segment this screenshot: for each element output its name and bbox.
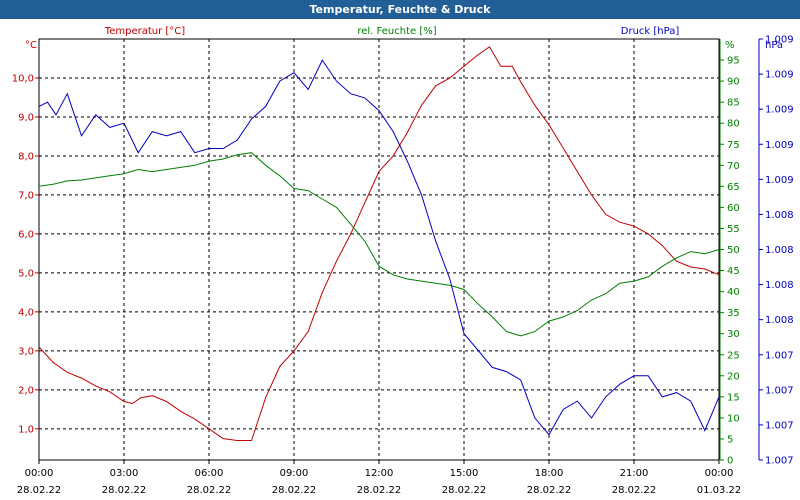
temperature-axis-label: Temperatur [°C] [104, 26, 185, 37]
humidity-tick-label: 20 [727, 371, 740, 382]
x-tick-time: 09:00 [280, 468, 309, 479]
left-axis: 1,0 2,0 3,0 4,0 5,0 6,0 7,0 8,0 9,0 10,0 [12, 73, 39, 435]
humidity-tick-label: 5 [727, 434, 733, 445]
temperature-tick-label: 2,0 [18, 385, 34, 396]
x-tick-date: 28.02.22 [272, 485, 317, 496]
pressure-tick-label: 1.007 [765, 385, 794, 396]
pressure-tick-label: 1.008 [765, 280, 794, 291]
humidity-axis-label: rel. Feuchte [%] [357, 26, 436, 37]
temperature-tick-label: 7,0 [18, 190, 34, 201]
humidity-tick-label: 15 [727, 392, 740, 403]
humidity-tick-label: 80 [727, 119, 740, 130]
pressure-tick-label: 1.007 [765, 350, 794, 361]
temperature-tick-label: 4,0 [18, 307, 34, 318]
humidity-tick-label: 95 [727, 56, 740, 67]
pressure-tick-label: 1.009 [765, 140, 794, 151]
humidity-tick-label: 25 [727, 350, 740, 361]
humidity-tick-label: 60 [727, 203, 740, 214]
x-tick-date: 28.02.22 [17, 485, 62, 496]
humidity-tick-label: 10 [727, 413, 740, 424]
x-tick-time: 18:00 [535, 468, 564, 479]
pressure-tick-label: 1.008 [765, 245, 794, 256]
humidity-tick-label: 45 [727, 266, 740, 277]
pressure-tick-label: 1.008 [765, 210, 794, 221]
temperature-tick-label: 10,0 [12, 73, 34, 84]
x-tick-time: 00:00 [705, 468, 734, 479]
pressure-tick-label: 1.007 [765, 456, 794, 467]
x-tick-date: 28.02.22 [612, 485, 657, 496]
temperature-tick-label: 5,0 [18, 268, 34, 279]
line-chart: 1,0 2,0 3,0 4,0 5,0 6,0 7,0 8,0 9,0 10,0 0 5 10 15 20… [12, 26, 794, 496]
temperature-tick-label: 6,0 [18, 229, 34, 240]
humidity-tick-label: 70 [727, 161, 740, 172]
x-tick-time: 03:00 [110, 468, 139, 479]
humidity-unit: % [725, 40, 735, 51]
humidity-tick-label: 65 [727, 182, 740, 193]
temperature-tick-label: 8,0 [18, 151, 34, 162]
temperature-tick-label: 9,0 [18, 112, 34, 123]
humidity-tick-label: 35 [727, 308, 740, 319]
x-tick-date: 28.02.22 [102, 485, 147, 496]
humidity-tick-label: 0 [727, 456, 733, 467]
pressure-tick-label: 1.007 [765, 420, 794, 431]
humidity-tick-label: 40 [727, 287, 740, 298]
humidity-tick-label: 90 [727, 77, 740, 88]
x-axis: 00:00 28.02.22 03:00 28.02.22 06:00 28.02.22 0… [17, 460, 742, 496]
x-tick-time: 15:00 [450, 468, 479, 479]
pressure-tick-label: 1.009 [765, 175, 794, 186]
humidity-axis: 0 5 10 15 20 25 30 35 40 45 50 55 60 65 70 75 80 85 90 95 [719, 39, 740, 467]
x-tick-date: 28.02.22 [442, 485, 487, 496]
x-tick-time: 21:00 [620, 468, 649, 479]
humidity-tick-label: 85 [727, 98, 740, 109]
pressure-tick-label: 1.008 [765, 315, 794, 326]
x-tick-time: 12:00 [365, 468, 394, 479]
pressure-tick-label: 1.009 [765, 70, 794, 81]
temperature-tick-label: 3,0 [18, 346, 34, 357]
pressure-tick-label: 1.009 [765, 105, 794, 116]
x-tick-date: 01.03.22 [697, 485, 742, 496]
humidity-tick-label: 75 [727, 140, 740, 151]
x-tick-date: 28.02.22 [527, 485, 572, 496]
x-tick-date: 28.02.22 [187, 485, 232, 496]
humidity-tick-label: 30 [727, 329, 740, 340]
pressure-axis: 1.007 1.007 1.007 1.007 1.008 1.008 1.008 1.008… [758, 35, 794, 467]
pressure-unit: hPa [765, 40, 783, 51]
temperature-tick-label: 1,0 [18, 424, 34, 435]
x-tick-time: 00:00 [25, 468, 54, 479]
humidity-tick-label: 55 [727, 224, 740, 235]
humidity-tick-label: 50 [727, 245, 740, 256]
x-tick-time: 06:00 [195, 468, 224, 479]
pressure-axis-label: Druck [hPa] [621, 26, 680, 37]
x-tick-date: 28.02.22 [357, 485, 402, 496]
temperature-unit: °C [25, 40, 37, 51]
